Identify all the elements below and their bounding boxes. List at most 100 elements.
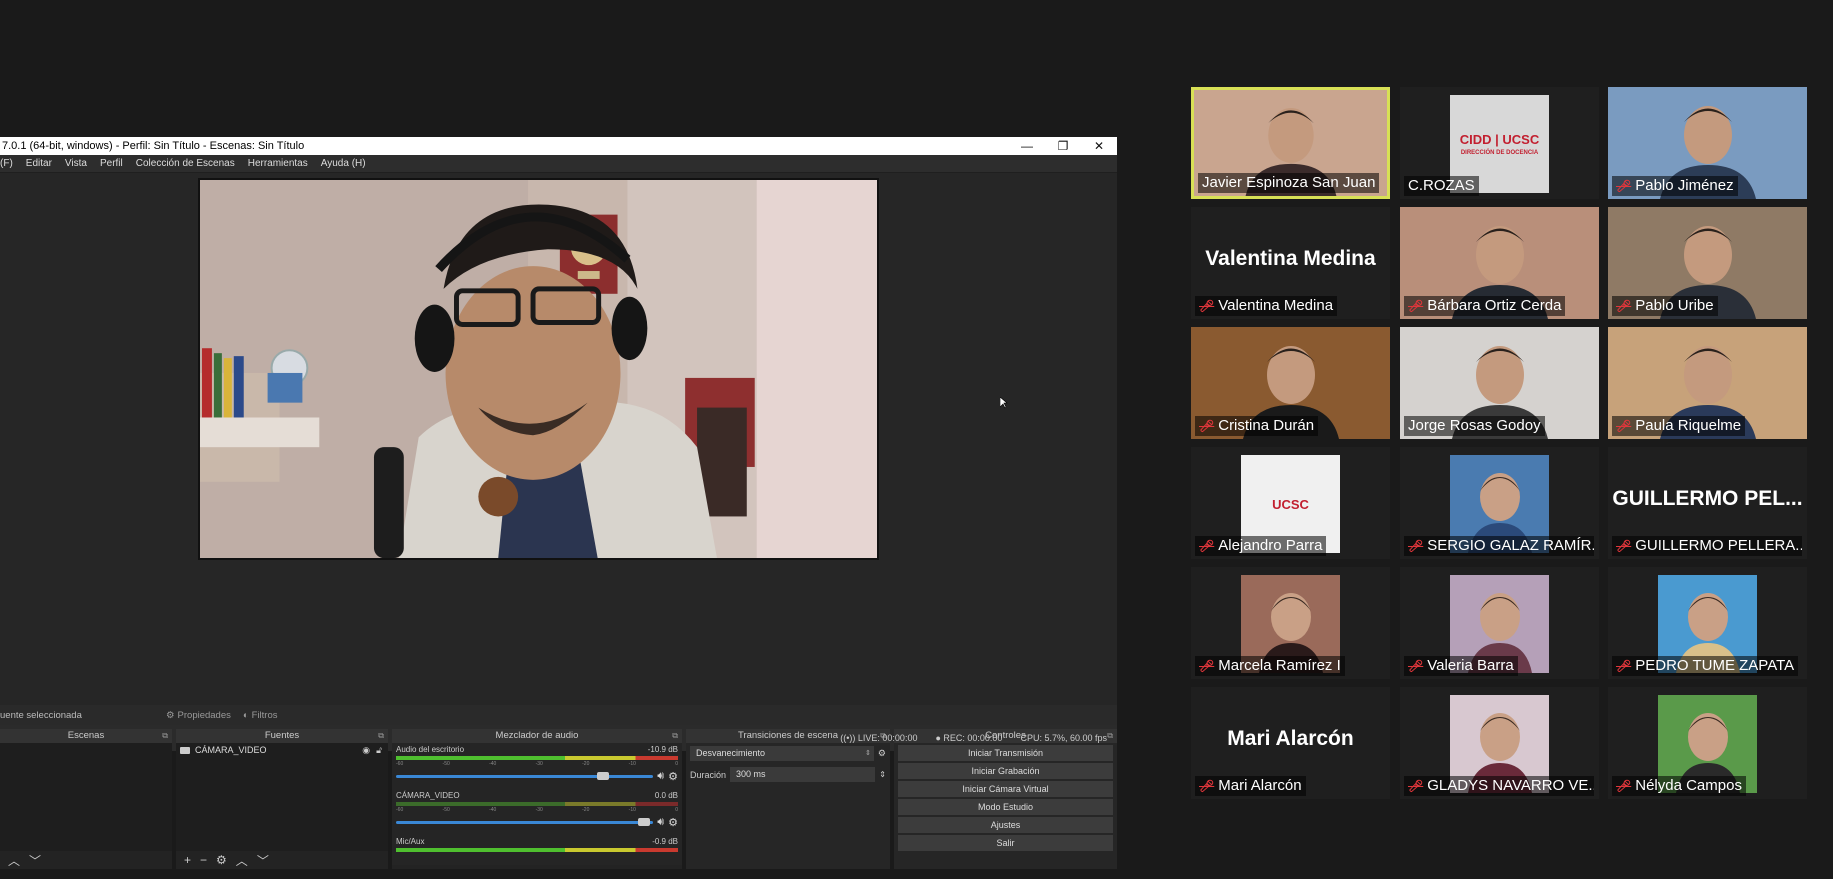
window-title: 7.0.1 (64-bit, windows) - Perfil: Sin Tí… (2, 140, 305, 152)
participant-name-label: 🎤︎ GUILLERMO PELLERA... (1612, 536, 1802, 556)
selected-source-label: uente seleccionada (0, 709, 82, 721)
move-up-icon[interactable]: ︿ (8, 852, 20, 869)
participant-name: Jorge Rosas Godoy (1408, 417, 1541, 434)
participant-tile[interactable]: 🎤︎ Cristina Durán (1191, 327, 1390, 439)
participant-tile[interactable]: 🎤︎ SERGIO GALAZ RAMÍR... (1400, 447, 1599, 559)
participant-tile[interactable]: 🎤︎ Valeria Barra (1400, 567, 1599, 679)
mic-off-icon: 🎤︎ (1199, 299, 1215, 313)
participant-tile[interactable]: 🎤︎ PEDRO TUME ZAPATA (1608, 567, 1807, 679)
move-down-icon[interactable]: ﹀ (257, 852, 269, 869)
move-down-icon[interactable]: ﹀ (29, 852, 41, 869)
participant-tile[interactable]: Jorge Rosas Godoy (1400, 327, 1599, 439)
participant-name: Paula Riquelme (1635, 417, 1742, 434)
channel-db: -10.9 dB (647, 745, 678, 754)
settings-button[interactable]: Ajustes (898, 817, 1113, 833)
mic-off-icon: 🎤︎ (1199, 419, 1215, 433)
participant-tile[interactable]: 🎤︎ Paula Riquelme (1608, 327, 1807, 439)
maximize-button[interactable]: ❐ (1045, 137, 1081, 155)
mic-off-icon: 🎤︎ (1616, 179, 1632, 193)
fader-knob[interactable] (596, 772, 609, 780)
start-streaming-button[interactable]: Iniciar Transmisión (898, 745, 1113, 761)
participant-tile[interactable]: GUILLERMO PEL... 🎤︎ GUILLERMO PELLERA... (1608, 447, 1807, 559)
participant-name-label: 🎤︎ Mari Alarcón (1195, 776, 1306, 796)
mic-off-icon: 🎤︎ (1199, 659, 1215, 673)
speaker-icon[interactable]: 🔊︎ (657, 770, 664, 783)
spinner-icon[interactable]: ⇕ (879, 770, 886, 779)
scenes-list[interactable] (0, 743, 172, 851)
filter-icon: ◐ (242, 709, 249, 721)
mic-off-icon: 🎤︎ (1616, 779, 1632, 793)
controls-body: Iniciar Transmisión Iniciar Grabación In… (894, 743, 1117, 869)
gear-icon[interactable]: ⚙ (668, 770, 678, 783)
start-virtual-camera-button[interactable]: Iniciar Cámara Virtual (898, 781, 1113, 797)
participant-tile[interactable]: 🎤︎ Pablo Jiménez (1608, 87, 1807, 199)
controls-dock: Controles ⧉ Iniciar Transmisión Iniciar G… (894, 729, 1117, 869)
participant-tile[interactable]: Valentina Medina 🎤︎ Valentina Medina (1191, 207, 1390, 319)
gear-icon[interactable]: ⚙ (216, 853, 227, 867)
filters-button[interactable]: ◐ Filtros (237, 710, 284, 721)
start-recording-button[interactable]: Iniciar Grabación (898, 763, 1113, 779)
fader-knob[interactable] (637, 818, 650, 826)
menu-profile[interactable]: Perfil (100, 158, 123, 169)
participant-tile[interactable]: 🎤︎ Bárbara Ortiz Cerda (1400, 207, 1599, 319)
volume-fader[interactable] (396, 772, 654, 780)
close-button[interactable]: ✕ (1081, 137, 1117, 155)
source-item[interactable]: CÁMARA_VIDEO ◉ 🔓︎ (176, 743, 388, 757)
sources-list[interactable]: CÁMARA_VIDEO ◉ 🔓︎ (176, 743, 388, 851)
properties-button[interactable]: ⚙ Propiedades (160, 710, 237, 721)
meter-ticks: -60 -50 -40 -30 -20 -10 0 (396, 761, 678, 767)
move-up-icon[interactable]: ︿ (236, 852, 248, 869)
participant-tile[interactable]: 🎤︎ GLADYS NAVARRO VE... (1400, 687, 1599, 799)
speaker-icon[interactable]: 🔊︎ (657, 816, 664, 829)
eye-icon[interactable]: ◉ (362, 745, 370, 756)
mic-off-icon: 🎤︎ (1616, 419, 1632, 433)
video-preview[interactable] (198, 178, 879, 560)
participant-tile[interactable]: UCSC 🎤︎ Alejandro Parra (1191, 447, 1390, 559)
participant-tile[interactable]: CIDD | UCSC DIRECCIÓN DE DOCENCIA C.ROZAS (1400, 87, 1599, 199)
participant-name-label: 🎤︎ Pablo Jiménez (1612, 176, 1738, 196)
participant-name: GUILLERMO PELLERA... (1635, 537, 1802, 554)
popout-icon[interactable]: ⧉ (378, 729, 384, 743)
menu-file[interactable]: (F) (0, 158, 13, 169)
menu-edit[interactable]: Editar (26, 158, 52, 169)
obs-window: 7.0.1 (64-bit, windows) - Perfil: Sin Tí… (0, 137, 1117, 869)
participant-name: Alejandro Parra (1218, 537, 1323, 554)
participant-tile[interactable]: 🎤︎ Pablo Uribe (1608, 207, 1807, 319)
menu-help[interactable]: Ayuda (H) (321, 158, 366, 169)
exit-button[interactable]: Salir (898, 835, 1113, 851)
volume-fader[interactable] (396, 818, 654, 826)
participant-tile[interactable]: Mari Alarcón 🎤︎ Mari Alarcón (1191, 687, 1390, 799)
transitions-body: Desvanecimiento ⇕ ⚙ Duración 300 ms ⇕ (686, 743, 890, 869)
minimize-button[interactable]: — (1009, 137, 1045, 155)
add-icon[interactable]: + (184, 853, 191, 867)
popout-icon[interactable]: ⧉ (672, 729, 678, 743)
gear-icon[interactable]: ⚙ (878, 748, 886, 759)
participant-tile[interactable]: 🎤︎ Nélyda Campos (1608, 687, 1807, 799)
participant-tile[interactable]: Javier Espinoza San Juan (1191, 87, 1390, 199)
participant-name: Bárbara Ortiz Cerda (1427, 297, 1562, 314)
participant-name: Javier Espinoza San Juan (1202, 174, 1376, 191)
participant-tile[interactable]: 🎤︎ Marcela Ramírez I (1191, 567, 1390, 679)
menu-scene-collection[interactable]: Colección de Escenas (136, 158, 235, 169)
mixer-channel: Audio del escritorio -10.9 dB -60 -50 -40 -3… (392, 743, 682, 785)
popout-icon[interactable]: ⧉ (162, 729, 168, 743)
transition-select[interactable]: Desvanecimiento ⇕ (690, 746, 874, 761)
menu-tools[interactable]: Herramientas (248, 158, 308, 169)
preview-area (0, 173, 1117, 705)
remove-icon[interactable]: − (200, 853, 207, 867)
popout-icon[interactable]: ⧉ (1107, 729, 1113, 743)
channel-db: 0.0 dB (654, 791, 678, 800)
studio-mode-button[interactable]: Modo Estudio (898, 799, 1113, 815)
scenes-header: Escenas ⧉ (0, 729, 172, 743)
volume-meter (396, 756, 678, 760)
gear-icon[interactable]: ⚙ (668, 816, 678, 829)
lock-icon[interactable]: 🔓︎ (376, 745, 382, 756)
participant-name-label: 🎤︎ PEDRO TUME ZAPATA (1612, 656, 1799, 676)
participant-name-label: Jorge Rosas Godoy (1404, 416, 1545, 436)
logo-text: DIRECCIÓN DE DOCENCIA (1460, 150, 1539, 156)
menu-view[interactable]: Vista (65, 158, 87, 169)
duration-input[interactable]: 300 ms (730, 767, 876, 782)
sources-dock: Fuentes ⧉ CÁMARA_VIDEO ◉ 🔓︎ + − ⚙ ︿ ﹀ (176, 729, 388, 869)
mic-off-icon: 🎤︎ (1616, 539, 1632, 553)
cpu-status: CPU: 5.7%, 60.00 fps (1020, 733, 1107, 743)
